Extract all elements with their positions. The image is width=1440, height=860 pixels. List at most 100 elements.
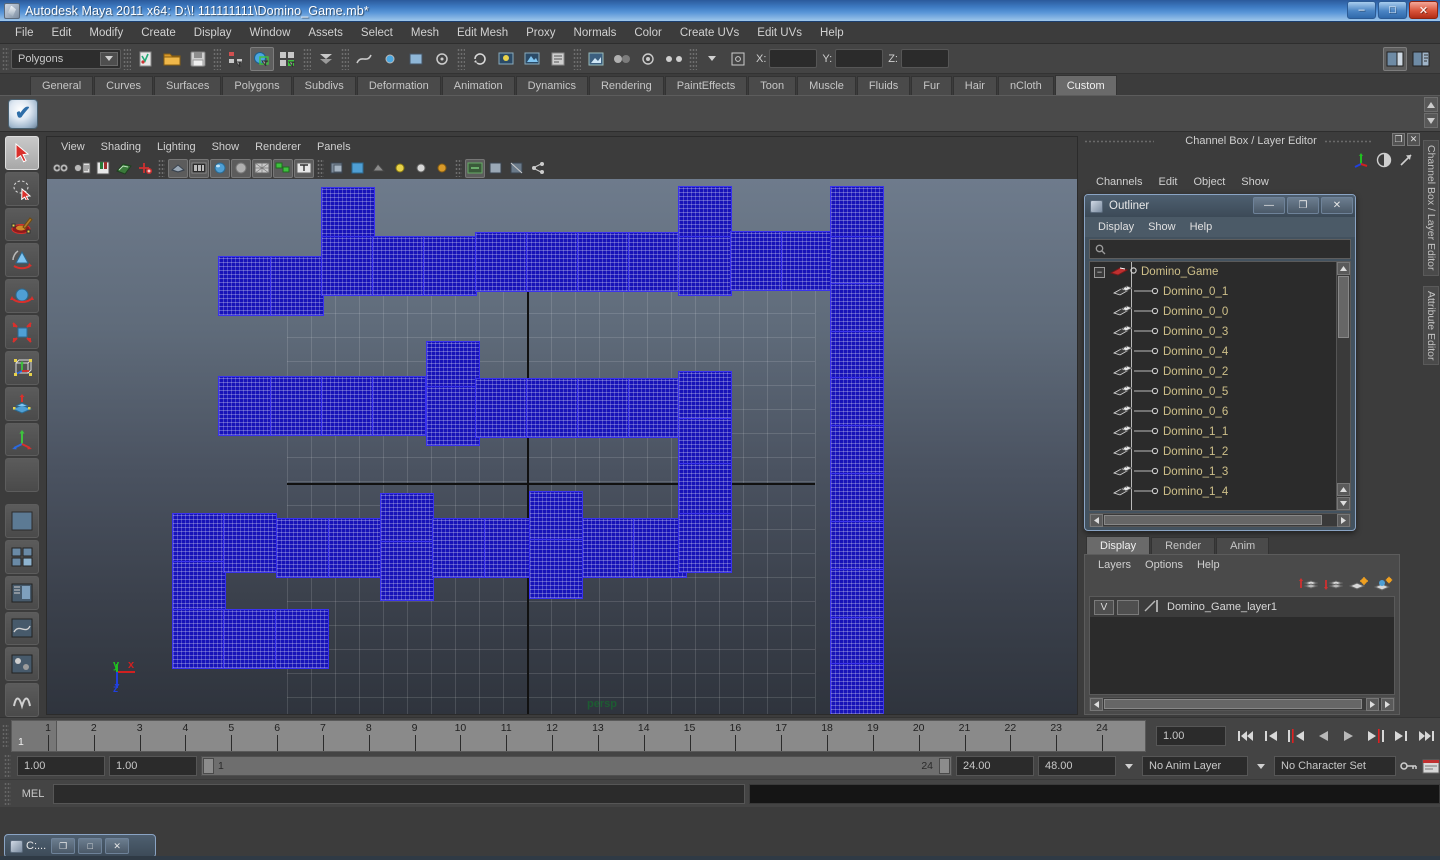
panel-close-button[interactable]: ✕ (1407, 133, 1420, 146)
maximize-button[interactable]: □ (1378, 1, 1407, 19)
go-to-end-button[interactable] (1414, 724, 1440, 748)
xray-mode-icon[interactable] (327, 159, 347, 178)
domino-block[interactable] (276, 518, 330, 578)
create-layer-from-selected-icon[interactable] (1373, 576, 1393, 595)
snap-to-point-icon[interactable] (378, 47, 402, 71)
outliner-item-row[interactable]: Domino_1_1 (1090, 422, 1336, 442)
new-scene-icon[interactable] (134, 47, 158, 71)
maya-logo-icon[interactable] (5, 683, 39, 717)
menu-item-assets[interactable]: Assets (299, 25, 352, 41)
outliner-item-label[interactable]: Domino_0_3 (1163, 326, 1228, 338)
current-time-field[interactable]: 1.00 (1156, 725, 1226, 746)
outliner-menu-display[interactable]: Display (1091, 220, 1141, 234)
scroll-left-icon[interactable] (1090, 513, 1103, 527)
arrow-up-right-icon[interactable] (1398, 152, 1414, 171)
outliner-horizontal-scrollbar[interactable] (1089, 513, 1351, 527)
share-viewport-icon[interactable] (528, 159, 548, 178)
outliner-item-row[interactable]: Domino_0_4 (1090, 342, 1336, 362)
expand-collapse-icon[interactable]: − (1094, 266, 1105, 278)
outliner-root-label[interactable]: Domino_Game (1141, 266, 1218, 278)
layer-scroll-right-icon[interactable] (1366, 698, 1379, 711)
render-current-frame-icon[interactable] (494, 47, 518, 71)
select-by-component-type-icon[interactable] (276, 47, 300, 71)
xray-joints-icon[interactable] (348, 159, 368, 178)
anim-end-time-field[interactable]: 48.00 (1038, 756, 1116, 776)
channelbox-menu-edit[interactable]: Edit (1150, 175, 1185, 189)
outliner-search-field[interactable] (1089, 239, 1351, 259)
channelbox-menu-channels[interactable]: Channels (1088, 175, 1150, 189)
shelf-tab-muscle[interactable]: Muscle (797, 76, 856, 95)
outliner-item-label[interactable]: Domino_1_3 (1163, 466, 1228, 478)
outliner-item-row[interactable]: Domino_0_5 (1090, 382, 1336, 402)
shelf-tab-ncloth[interactable]: nCloth (997, 76, 1054, 95)
display-textures-icon[interactable] (369, 159, 389, 178)
gpu-cache-icon[interactable] (432, 159, 452, 178)
smooth-shade-all-icon[interactable] (189, 158, 209, 178)
render-settings-icon[interactable] (546, 47, 570, 71)
domino-block[interactable] (730, 231, 784, 291)
minimized-window[interactable]: C:... ❐ □ ✕ (4, 834, 156, 858)
axis-marker-icon[interactable] (1353, 152, 1370, 171)
show-manipulator-tool[interactable] (5, 422, 39, 457)
domino-block[interactable] (582, 518, 636, 578)
menu-item-mesh[interactable]: Mesh (402, 25, 448, 41)
domino-block[interactable] (830, 663, 884, 714)
image-based-lighting-icon[interactable] (486, 159, 506, 178)
single-perspective-layout-icon[interactable] (5, 504, 39, 538)
lighting-icon[interactable] (390, 159, 410, 178)
menu-item-edit[interactable]: Edit (43, 25, 81, 41)
wireframe-shading-icon[interactable] (168, 158, 188, 178)
outliner-minimize-button[interactable]: — (1253, 197, 1285, 214)
animation-preferences-icon[interactable] (1422, 756, 1440, 776)
viewport-menu-lighting[interactable]: Lighting (149, 140, 204, 154)
menu-item-display[interactable]: Display (185, 25, 241, 41)
outliner-item-row[interactable]: Domino_0_0 (1090, 302, 1336, 322)
exposure-icon[interactable] (507, 159, 527, 178)
scrollbar-thumb[interactable] (1338, 276, 1349, 338)
layer-scroll-left-icon[interactable] (1090, 698, 1103, 711)
domino-block[interactable] (218, 376, 272, 436)
shelf-tab-fluids[interactable]: Fluids (856, 76, 911, 95)
play-backwards-button[interactable] (1310, 724, 1336, 748)
x-coordinate-field[interactable] (769, 49, 818, 68)
domino-block[interactable] (678, 513, 732, 573)
domino-block[interactable] (529, 539, 583, 599)
menu-item-edit-mesh[interactable]: Edit Mesh (448, 25, 517, 41)
move-layer-down-icon[interactable] (1323, 576, 1344, 595)
domino-block[interactable] (432, 518, 486, 578)
channelbox-menu-show[interactable]: Show (1233, 175, 1277, 189)
panel-restore-button[interactable]: ❐ (1392, 133, 1405, 146)
use-default-material-icon[interactable] (273, 158, 293, 178)
go-to-start-button[interactable] (1232, 724, 1258, 748)
outliner-item-label[interactable]: Domino_0_1 (1163, 286, 1228, 298)
menu-item-help[interactable]: Help (811, 25, 853, 41)
domino-block[interactable] (372, 376, 426, 436)
light-editor-icon[interactable] (662, 47, 686, 71)
bookmarks-icon[interactable] (93, 159, 113, 178)
minimized-maximize-button[interactable]: □ (78, 838, 103, 854)
minimized-restore-button[interactable]: ❐ (51, 838, 76, 854)
menu-item-create[interactable]: Create (132, 25, 185, 41)
camera-attributes-icon[interactable] (72, 159, 92, 178)
command-line-grip[interactable] (4, 781, 11, 806)
domino-block[interactable] (526, 378, 580, 438)
time-slider-grip[interactable] (2, 723, 9, 748)
domino-block[interactable] (270, 376, 324, 436)
outliner-root-row[interactable]: − Domino_Game (1090, 262, 1336, 282)
domino-block[interactable] (678, 236, 732, 296)
domino-block[interactable] (270, 256, 324, 316)
create-new-layer-icon[interactable] (1348, 576, 1368, 595)
show-hide-attribute-editor-icon[interactable] (1383, 46, 1407, 71)
domino-block[interactable] (321, 376, 375, 436)
character-set-dropdown-icon[interactable] (1252, 756, 1270, 776)
outliner-item-label[interactable]: Domino_1_4 (1163, 486, 1228, 498)
domino-block[interactable] (328, 518, 382, 578)
domino-block[interactable] (577, 378, 631, 438)
menu-item-edit-uvs[interactable]: Edit UVs (748, 25, 811, 41)
select-by-hierarchy-icon[interactable] (224, 47, 248, 71)
domino-block[interactable] (372, 236, 426, 296)
layer-list-item[interactable]: V Domino_Game_layer1 (1090, 597, 1394, 617)
hypershade-persp-layout-icon[interactable] (5, 647, 39, 682)
shelf-tab-custom[interactable]: Custom (1054, 75, 1117, 95)
scroll-right-icon[interactable] (1337, 514, 1350, 527)
